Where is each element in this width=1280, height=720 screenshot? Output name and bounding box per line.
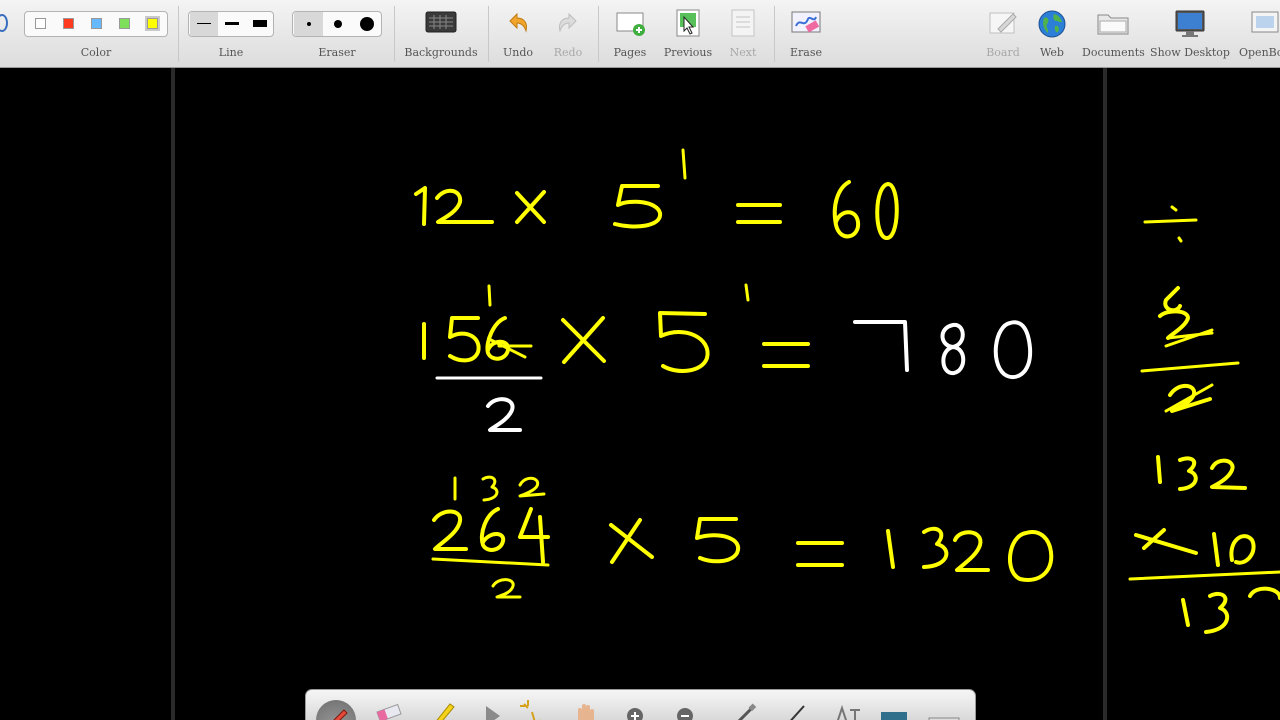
- eraser-tool-button[interactable]: [370, 696, 406, 720]
- text-tool-button[interactable]: [828, 696, 864, 720]
- laser-pointer-icon: [520, 700, 540, 720]
- pen-tool-button[interactable]: [316, 700, 356, 720]
- ruler-tool-button[interactable]: [776, 696, 812, 720]
- ink-row-3: [431, 475, 1054, 599]
- hand-tool-button[interactable]: [568, 696, 604, 720]
- laser-pointer-tool-button[interactable]: [514, 696, 550, 720]
- zoom-in-tool-button[interactable]: [618, 696, 654, 720]
- capture-tool-button[interactable]: [876, 696, 912, 720]
- text-icon: [836, 704, 860, 720]
- tool-palette: [305, 689, 976, 720]
- selector-icon: [486, 706, 500, 720]
- ink-row-2: [422, 283, 1033, 432]
- zoom-out-tool-button[interactable]: [668, 696, 704, 720]
- hand-icon: [578, 704, 594, 720]
- keyboard-icon: [928, 717, 960, 720]
- ink-side-work: [1128, 205, 1280, 634]
- ink-row-1: [414, 148, 899, 240]
- selector-tool-button[interactable]: [474, 696, 510, 720]
- marker-icon: [436, 703, 455, 720]
- capture-icon: [881, 712, 907, 720]
- ruler-icon: [790, 705, 805, 720]
- eraser-icon: [376, 703, 402, 720]
- keyboard-tool-button[interactable]: [926, 696, 962, 720]
- zoom-out-icon: [677, 708, 693, 720]
- line-tool-button[interactable]: [724, 696, 760, 720]
- marker-tool-button[interactable]: [424, 696, 460, 720]
- line-icon: [737, 703, 757, 720]
- whiteboard-canvas[interactable]: [0, 0, 1280, 720]
- zoom-in-icon: [627, 708, 643, 720]
- pen-icon: [333, 709, 348, 720]
